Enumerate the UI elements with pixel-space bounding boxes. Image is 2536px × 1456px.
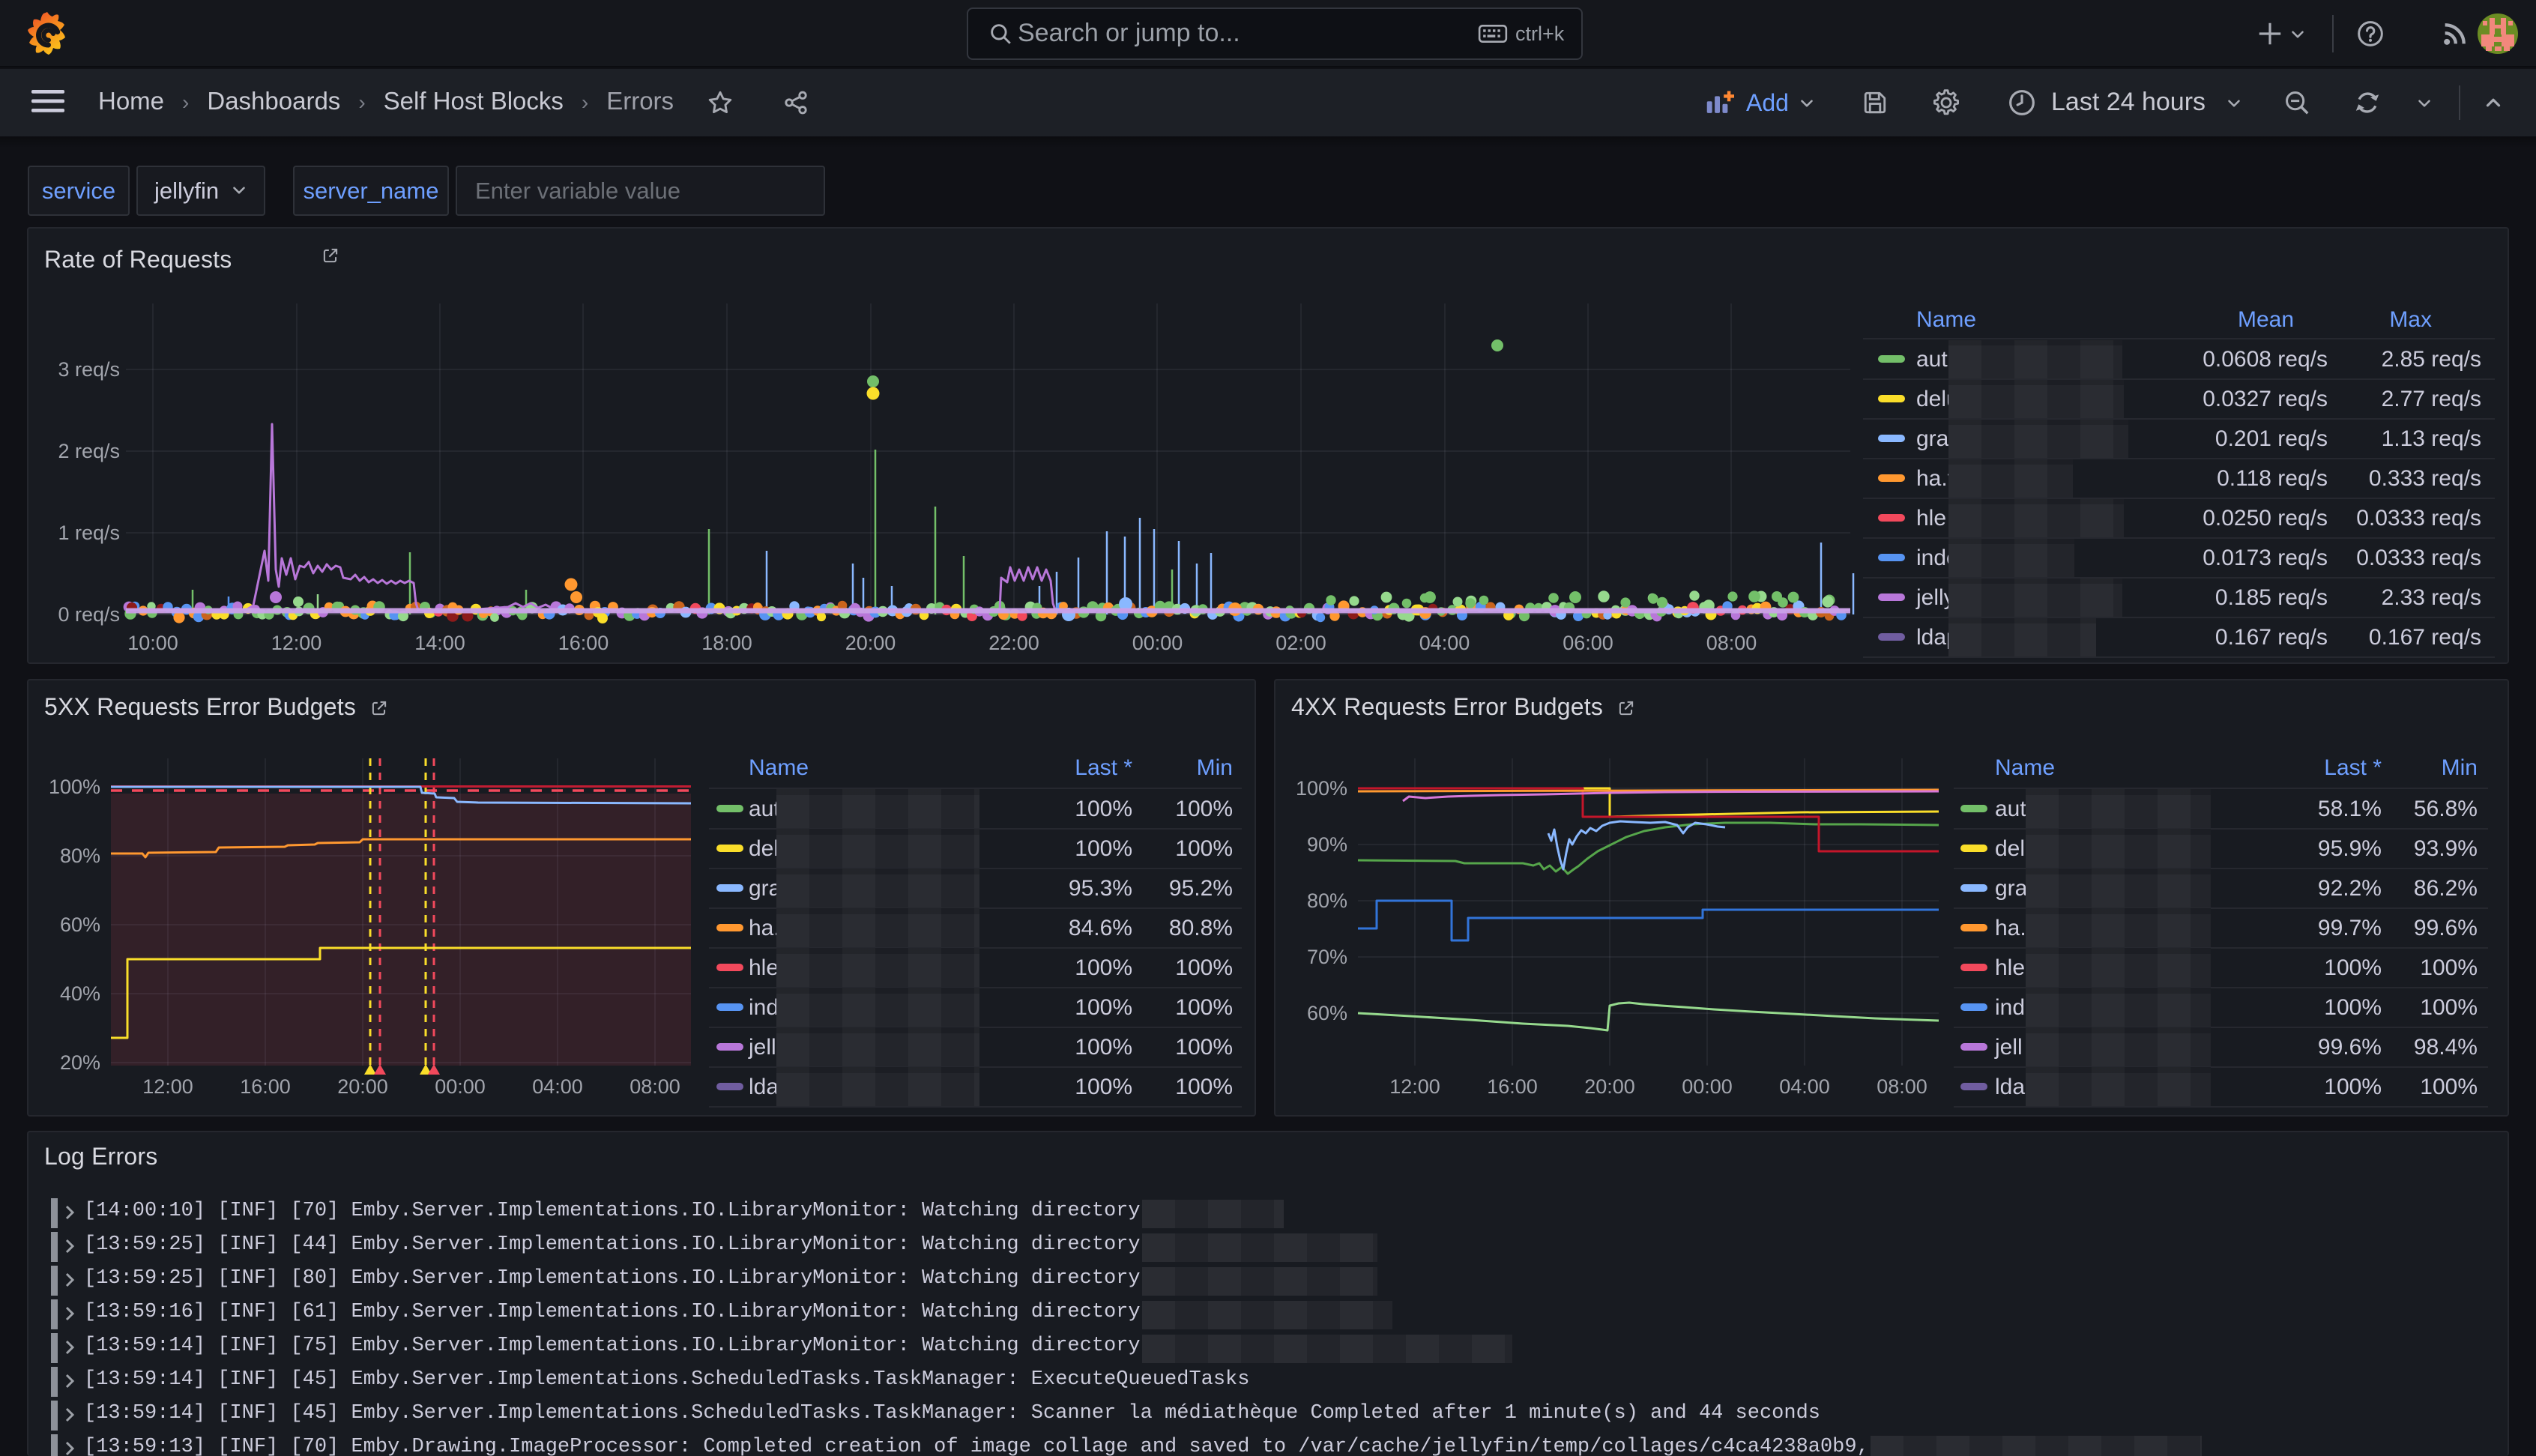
svg-text:20:00: 20:00 xyxy=(1584,1075,1635,1098)
svg-text:00:00: 00:00 xyxy=(435,1075,486,1098)
svg-text:2 req/s: 2 req/s xyxy=(58,440,120,462)
svg-text:04:00: 04:00 xyxy=(1779,1075,1830,1098)
svg-text:1 req/s: 1 req/s xyxy=(58,522,120,544)
svg-text:16:00: 16:00 xyxy=(558,632,609,654)
svg-text:100%: 100% xyxy=(1296,777,1347,800)
svg-text:90%: 90% xyxy=(1307,833,1347,856)
svg-text:16:00: 16:00 xyxy=(240,1075,291,1098)
svg-text:08:00: 08:00 xyxy=(630,1075,680,1098)
svg-text:22:00: 22:00 xyxy=(988,632,1039,654)
svg-text:40%: 40% xyxy=(60,982,100,1005)
svg-text:12:00: 12:00 xyxy=(271,632,322,654)
svg-text:20:00: 20:00 xyxy=(845,632,896,654)
svg-text:20%: 20% xyxy=(60,1051,100,1074)
svg-text:70%: 70% xyxy=(1307,946,1347,968)
svg-text:60%: 60% xyxy=(1307,1002,1347,1024)
svg-text:60%: 60% xyxy=(60,913,100,936)
svg-text:12:00: 12:00 xyxy=(1389,1075,1440,1098)
svg-text:3 req/s: 3 req/s xyxy=(58,358,120,381)
svg-text:16:00: 16:00 xyxy=(1487,1075,1538,1098)
svg-text:80%: 80% xyxy=(60,845,100,867)
svg-text:20:00: 20:00 xyxy=(337,1075,388,1098)
svg-text:80%: 80% xyxy=(1307,889,1347,912)
svg-text:02:00: 02:00 xyxy=(1275,632,1326,654)
svg-text:08:00: 08:00 xyxy=(1877,1075,1927,1098)
svg-text:100%: 100% xyxy=(49,776,100,798)
svg-text:12:00: 12:00 xyxy=(142,1075,193,1098)
svg-text:08:00: 08:00 xyxy=(1706,632,1757,654)
svg-text:04:00: 04:00 xyxy=(1419,632,1470,654)
svg-text:10:00: 10:00 xyxy=(127,632,178,654)
svg-text:06:00: 06:00 xyxy=(1563,632,1613,654)
svg-text:14:00: 14:00 xyxy=(414,632,465,654)
svg-text:00:00: 00:00 xyxy=(1132,632,1183,654)
svg-text:18:00: 18:00 xyxy=(701,632,752,654)
svg-text:00:00: 00:00 xyxy=(1682,1075,1733,1098)
svg-text:0 req/s: 0 req/s xyxy=(58,603,120,626)
svg-text:04:00: 04:00 xyxy=(532,1075,583,1098)
